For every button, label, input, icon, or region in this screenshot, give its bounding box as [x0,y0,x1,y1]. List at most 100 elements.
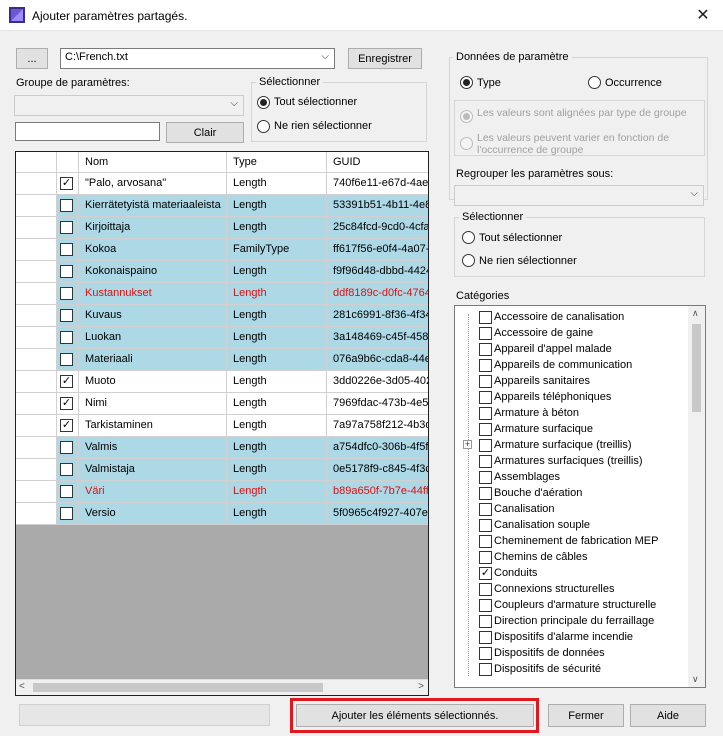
save-button[interactable]: Enregistrer [348,48,422,69]
row-checkbox[interactable] [60,309,73,322]
select-all-radio[interactable] [257,96,270,109]
table-row[interactable]: Valmis Length a754dfc0-306b-4f5f-b [16,437,428,459]
category-checkbox[interactable] [479,551,492,564]
row-checkbox[interactable] [60,287,73,300]
category-checkbox[interactable] [479,375,492,388]
scroll-left-icon[interactable]: < [19,681,25,692]
title-bar: Ajouter paramètres partagés. ✕ [0,0,723,31]
category-checkbox[interactable] [479,391,492,404]
close-icon[interactable]: ✕ [693,5,713,25]
group-under-dropdown[interactable]: ⌵ [454,185,704,206]
type-radio[interactable] [460,76,473,89]
category-checkbox[interactable] [479,471,492,484]
category-checkbox[interactable] [479,599,492,612]
aligned-radio[interactable] [460,110,473,123]
scroll-right-icon[interactable]: > [418,681,424,692]
category-checkbox[interactable] [479,359,492,372]
param-group-dropdown[interactable]: ⌵ [14,95,244,116]
parameters-table: Nom Type GUID ✓ "Palo, arvosana" Length 740… [15,151,429,696]
select-right-legend: Sélectionner [459,211,527,223]
row-type-cell: Length [227,481,327,503]
row-checkbox[interactable]: ✓ [60,375,73,388]
table-row[interactable]: Kierrätetyistä materiaaleista Length 53391… [16,195,428,217]
table-row[interactable]: Väri Length b89a650f-7b7e-44ff-8 [16,481,428,503]
row-checkbox[interactable] [60,507,73,520]
category-checkbox[interactable] [479,487,492,500]
category-checkbox[interactable] [479,535,492,548]
category-checkbox[interactable] [479,647,492,660]
category-checkbox[interactable] [479,631,492,644]
row-checkbox[interactable]: ✓ [60,397,73,410]
browse-button[interactable]: ... [16,48,48,69]
table-row[interactable]: Luokan Length 3a148469-c45f-458a [16,327,428,349]
help-button[interactable]: Aide [630,704,706,727]
category-label: Chemins de câbles [494,551,588,563]
param-filter-input[interactable] [15,122,160,141]
category-checkbox[interactable]: ✓ [479,567,492,580]
category-checkbox[interactable] [479,455,492,468]
file-path-dropdown[interactable]: C:\French.txt ⌵ [60,48,335,69]
column-header-name[interactable]: Nom [79,152,227,173]
row-checkbox[interactable] [60,485,73,498]
table-row[interactable]: ✓ Muoto Length 3dd0226e-3d05-402a [16,371,428,393]
table-row[interactable]: Kustannukset Length ddf8189c-d0fc-4764- [16,283,428,305]
clear-button[interactable]: Clair [166,122,244,143]
scroll-up-icon[interactable]: ∧ [692,308,699,319]
row-checkbox[interactable] [60,463,73,476]
category-checkbox[interactable] [479,327,492,340]
row-name-cell: Tarkistaminen [79,415,227,437]
table-row[interactable]: Materiaali Length 076a9b6c-cda8-44ea [16,349,428,371]
table-row[interactable]: Kuvaus Length 281c6991-8f36-4f34- [16,305,428,327]
scroll-down-icon[interactable]: ∨ [692,674,699,685]
category-checkbox[interactable] [479,407,492,420]
row-name-cell: Kokoa [79,239,227,261]
category-checkbox[interactable] [479,503,492,516]
table-row[interactable]: Kokonaispaino Length f9f96d48-dbbd-4424- [16,261,428,283]
row-checkbox[interactable] [60,331,73,344]
row-type-cell: Length [227,503,327,525]
category-checkbox[interactable] [479,583,492,596]
table-row[interactable]: Kirjoittaja Length 25c84fcd-9cd0-4cfa- [16,217,428,239]
vary-radio[interactable] [460,137,473,150]
vertical-scrollbar[interactable]: ∧ ∨ [688,306,705,687]
category-checkbox[interactable] [479,311,492,324]
column-header-guid[interactable]: GUID [327,152,428,173]
row-checkbox[interactable] [60,441,73,454]
category-checkbox[interactable] [479,519,492,532]
row-checkbox[interactable] [60,265,73,278]
row-checkbox[interactable] [60,353,73,366]
category-label: Armature à béton [494,407,579,419]
app-icon [9,7,25,23]
row-guid-cell: 740f6e11-e67d-4ae7 [327,173,428,195]
row-checkbox[interactable] [60,243,73,256]
table-row[interactable]: Versio Length 5f0965c4f927-407e- [16,503,428,525]
table-row[interactable]: ✓ "Palo, arvosana" Length 740f6e11-e67d-4ae… [16,173,428,195]
row-type-cell: Length [227,283,327,305]
select-all-categories-radio[interactable] [462,231,475,244]
instance-radio[interactable] [588,76,601,89]
row-header [16,283,57,305]
select-none-radio[interactable] [257,120,270,133]
row-type-cell: Length [227,217,327,239]
scrollbar-thumb[interactable] [33,683,323,692]
row-checkbox[interactable]: ✓ [60,177,73,190]
horizontal-scrollbar[interactable]: < > [16,679,428,695]
table-row[interactable]: Kokoa FamilyType ff617f56-e0f4-4a07-a [16,239,428,261]
category-checkbox[interactable] [479,423,492,436]
row-checkbox[interactable] [60,199,73,212]
table-row[interactable]: ✓ Tarkistaminen Length 7a97a758f212-4b3d [16,415,428,437]
category-checkbox[interactable] [479,439,492,452]
scrollbar-thumb[interactable] [692,324,701,412]
row-checkbox[interactable] [60,221,73,234]
category-checkbox[interactable] [479,663,492,676]
close-button[interactable]: Fermer [548,704,624,727]
expand-icon[interactable]: + [463,440,472,449]
category-checkbox[interactable] [479,343,492,356]
table-row[interactable]: Valmistaja Length 0e5178f9-c845-4f3c- [16,459,428,481]
select-none-categories-radio[interactable] [462,254,475,267]
column-header-type[interactable]: Type [227,152,327,173]
table-row[interactable]: ✓ Nimi Length 7969fdac-473b-4e59 [16,393,428,415]
category-checkbox[interactable] [479,615,492,628]
category-label: Dispositifs de données [494,647,605,659]
row-checkbox[interactable]: ✓ [60,419,73,432]
